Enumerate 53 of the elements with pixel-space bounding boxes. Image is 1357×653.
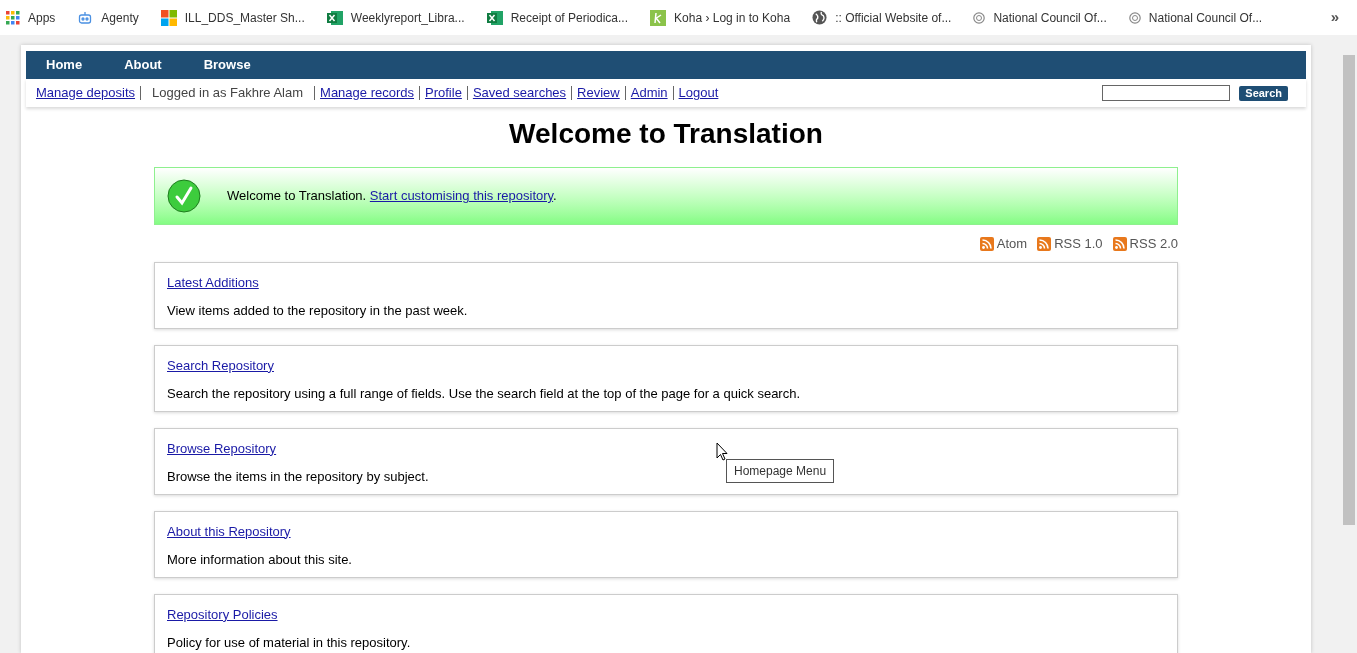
seal-icon: [1128, 11, 1141, 24]
nav-link[interactable]: Browse: [203, 55, 251, 75]
mouse-pointer-icon: [716, 441, 728, 461]
search-button[interactable]: Search: [1239, 85, 1288, 101]
logged-in-text: Logged in as Fakhre Alam: [151, 84, 305, 103]
menu-card-description: Search the repository using a full range of fields. Use the search field at the top of the page for a quick search.: [167, 385, 801, 402]
user-menu-link[interactable]: Profile: [425, 83, 462, 103]
bookmark-item[interactable]: Weeklyreport_Libra...: [326, 8, 465, 27]
koha-logo-icon: [650, 9, 667, 26]
bookmark-item[interactable]: Apps: [6, 8, 56, 27]
rss-feed-icon: [1037, 236, 1052, 251]
feed-link[interactable]: RSS 1.0: [1037, 234, 1103, 254]
menu-card-link[interactable]: Repository Policies: [167, 606, 278, 623]
more-bookmarks-button[interactable]: »: [1330, 6, 1339, 29]
menu-card-link[interactable]: Browse Repository: [167, 440, 277, 457]
check-icon: [167, 179, 201, 213]
page-title: Welcome to Translation: [509, 117, 823, 151]
menu-card-description: Policy for use of material in this repository.: [167, 634, 411, 651]
user-menu-link[interactable]: Manage records: [320, 83, 414, 103]
search-field[interactable]: [1102, 85, 1231, 101]
bookmark-item[interactable]: ILL_DDS_Master Sh...: [160, 8, 305, 27]
spreadsheet-icon: [326, 9, 343, 26]
bookmark-item[interactable]: Agenty: [77, 8, 139, 27]
feed-link[interactable]: RSS 2.0: [1112, 234, 1178, 254]
menu-card-description: More information about this site.: [167, 551, 352, 568]
robot-icon: [77, 9, 94, 26]
rss-feed-icon: [1112, 236, 1127, 251]
user-menu-link[interactable]: Manage deposits: [36, 83, 135, 103]
bookmark-item[interactable]: Receipt of Periodica...: [486, 8, 629, 27]
menu-card-description: View items added to the repository in the past week.: [167, 302, 468, 319]
bookmark-item[interactable]: National Council Of...: [973, 8, 1107, 27]
user-menu-link[interactable]: Saved searches: [472, 83, 567, 103]
bookmark-item[interactable]: National Council Of...: [1128, 8, 1263, 27]
menu-card-description: Browse the items in the repository by subject.: [167, 468, 429, 485]
welcome-message: Welcome to Translation. Start customising this repository.: [227, 187, 557, 206]
user-menu-link[interactable]: Admin: [630, 83, 668, 103]
menu-card-link[interactable]: About this Repository: [167, 523, 291, 540]
seal-icon: [973, 11, 986, 24]
user-menu-link[interactable]: Review: [577, 83, 620, 103]
feed-link[interactable]: Atom: [979, 234, 1028, 254]
rss-feed-icon: [979, 236, 994, 251]
windows-logo-icon: [160, 9, 177, 26]
bookmark-item[interactable]: :: Official Website of...: [812, 8, 952, 27]
apps-grid-icon: [6, 10, 20, 25]
tooltip: Homepage Menu: [726, 458, 835, 483]
nav-link[interactable]: About: [124, 55, 162, 75]
menu-card-link[interactable]: Search Repository: [167, 357, 274, 374]
bookmark-item[interactable]: Koha › Log in to Koha: [650, 8, 791, 27]
user-menu-link[interactable]: Logout: [678, 83, 719, 103]
spreadsheet-icon: [486, 9, 503, 26]
globe-icon: [812, 10, 828, 25]
menu-card-link[interactable]: Latest Additions: [167, 274, 259, 291]
nav-link[interactable]: Home: [46, 55, 83, 75]
